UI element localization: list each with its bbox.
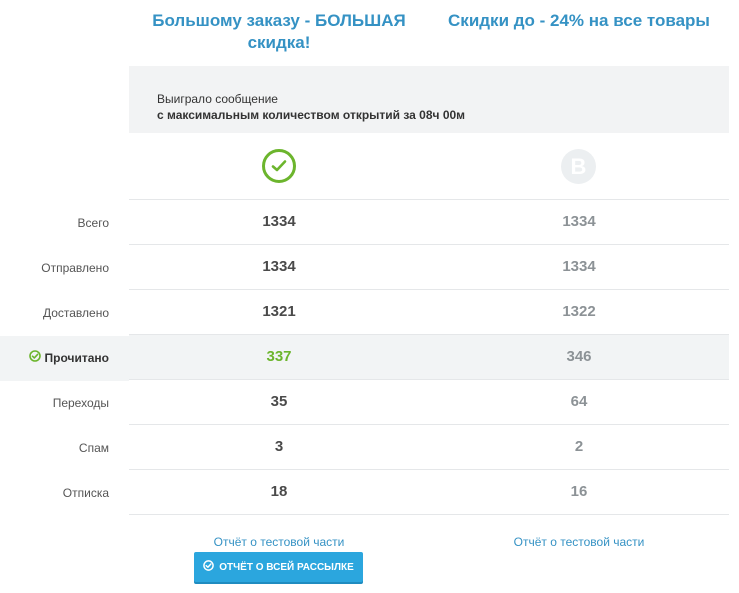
label-clicks: Переходы [52,396,109,410]
value-a-total: 1334 [262,213,296,230]
table-row: 1334 1334 [129,245,729,290]
table-row: 1334 1334 [129,200,729,245]
label-unsubscribe: Отписка [62,486,109,500]
test-report-link-a[interactable]: Отчёт о тестовой части [129,535,429,549]
winner-line2: с максимальным количеством открытий за 0… [157,108,466,122]
label-total: Всего [77,216,109,230]
value-a-unsubscribe: 18 [270,483,288,500]
label-spam: Спам [78,441,109,455]
full-report-button-label: Отчёт о всей рассылке [219,561,354,573]
value-a-read: 337 [266,348,292,365]
table-row-read: 337 346 [129,335,729,380]
table-row: 3 2 [129,425,729,470]
label-read-row: Прочитано [0,336,129,381]
winner-line1: Выиграло сообщение [157,92,278,106]
letter-b-circle-icon: B [561,149,596,184]
label-delivered: Доставлено [42,306,109,320]
check-circle-icon [262,149,296,183]
value-b-clicks: 64 [570,393,588,410]
value-b-unsubscribe: 16 [570,483,588,500]
variant-a-title: Большому заказу - БОЛЬШАЯ скидка! [152,11,406,52]
value-b-spam: 2 [574,438,584,455]
value-a-clicks: 35 [270,393,288,410]
table-row: 1321 1322 [129,290,729,335]
variant-b-title: Скидки до - 24% на все товары [448,11,710,30]
winner-info: Выиграло сообщение с максимальным количе… [129,66,729,133]
check-circle-icon [203,560,215,574]
value-b-sent: 1334 [562,258,596,275]
variant-icons-row: B [129,133,729,200]
table-row: 35 64 [129,380,729,425]
label-read: Прочитано [44,351,109,365]
value-a-sent: 1334 [262,258,296,275]
check-circle-icon [28,336,41,380]
value-b-read: 346 [566,348,592,365]
label-sent: Отправлено [41,261,109,275]
metric-labels: Всего Отправлено Доставлено Прочитано Пе… [0,201,129,516]
value-a-delivered: 1321 [262,303,296,320]
value-b-delivered: 1322 [562,303,596,320]
results-panel: Выиграло сообщение с максимальным количе… [129,66,729,516]
test-report-link-b[interactable]: Отчёт о тестовой части [429,535,729,549]
full-report-button[interactable]: Отчёт о всей рассылке [194,552,363,582]
value-a-spam: 3 [274,438,284,455]
value-b-total: 1334 [562,213,596,230]
table-row: 18 16 [129,470,729,515]
